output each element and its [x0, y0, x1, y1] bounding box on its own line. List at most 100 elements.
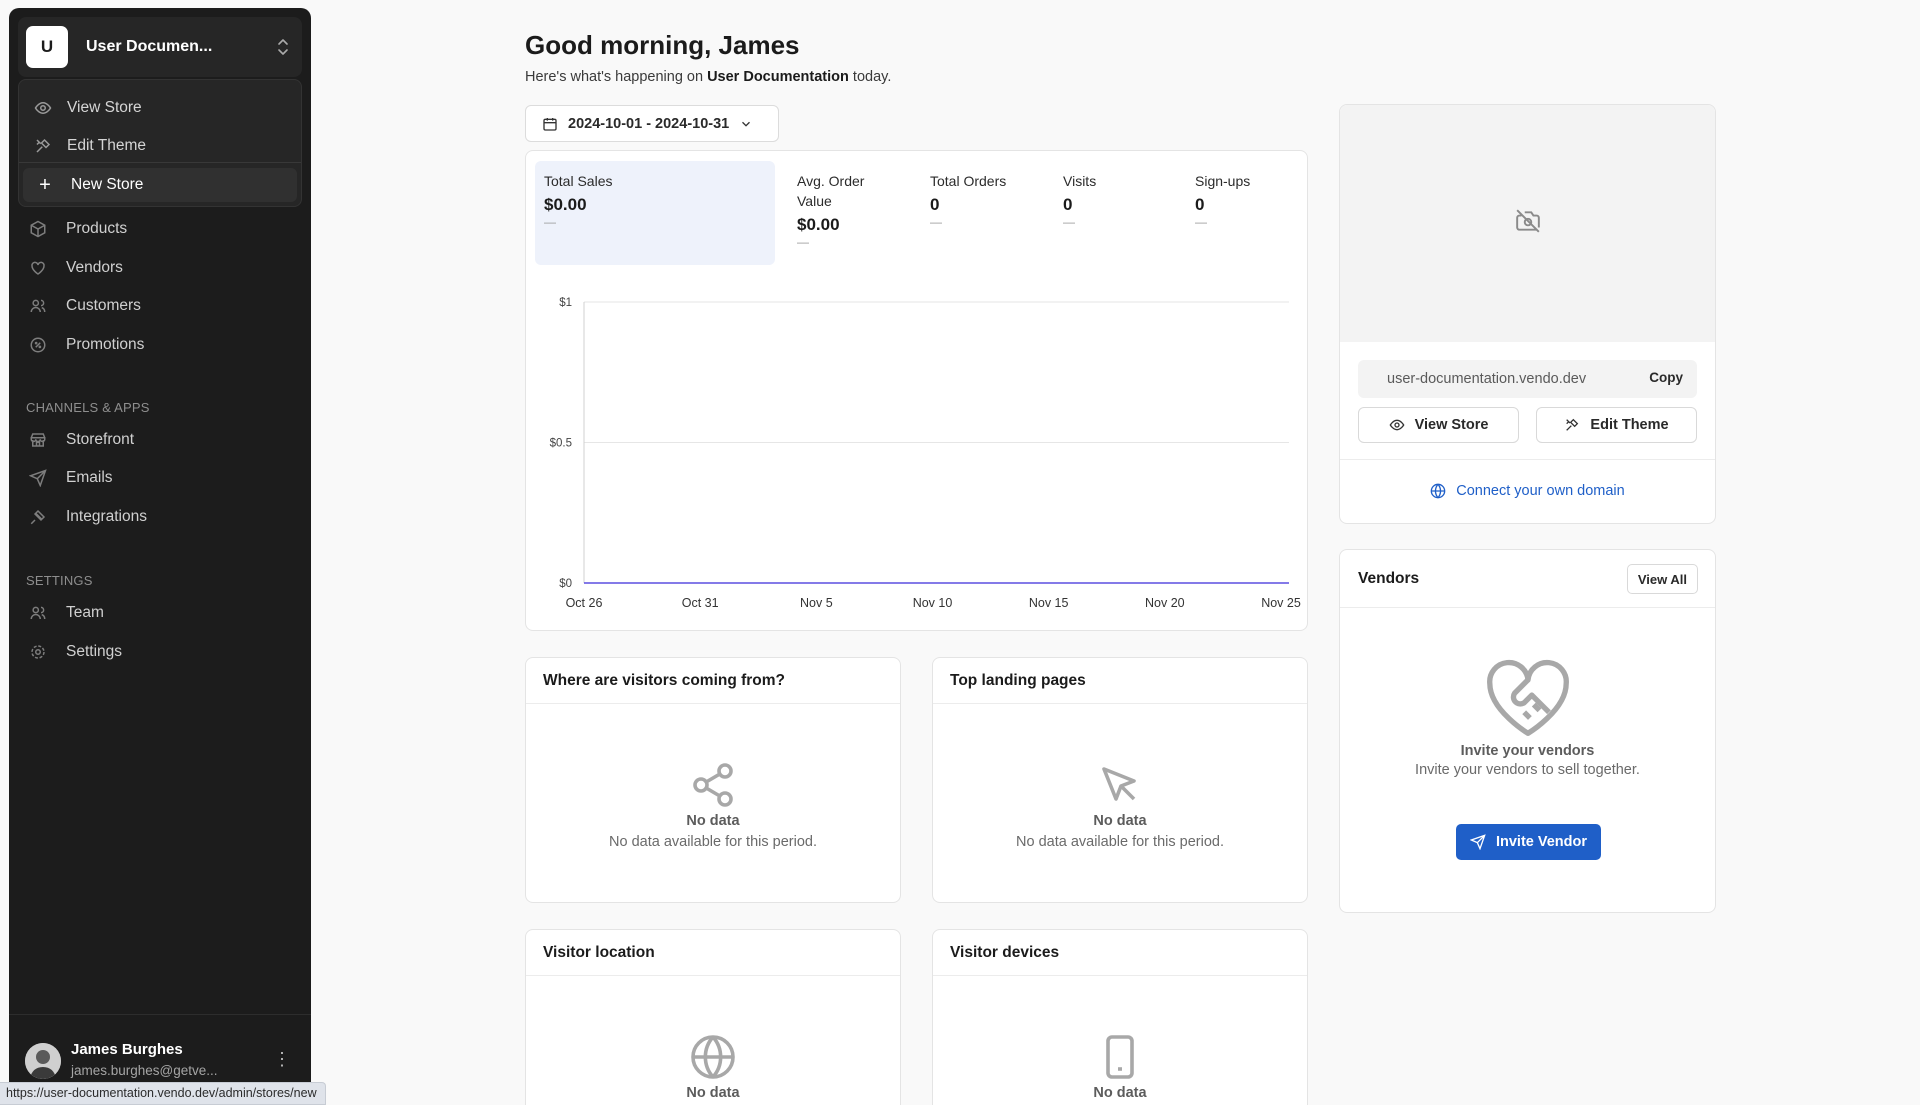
stat-total-orders[interactable]: Total Orders 0 — [921, 161, 1041, 265]
subtitle-suffix: today. [848, 69, 892, 85]
store-dropdown-menu: View Store Edit Theme + New Store [18, 79, 302, 207]
stat-value: $0.00 [797, 215, 840, 234]
stat-change: — [1063, 215, 1075, 229]
store-preview-image [1340, 105, 1715, 342]
x-tick-label: Nov 5 [800, 596, 833, 610]
store-avatar: U [26, 26, 68, 68]
sidebar-item-team[interactable]: Team [28, 597, 104, 629]
sidebar-item-integrations[interactable]: Integrations [28, 501, 147, 533]
date-range-value: 2024-10-01 - 2024-10-31 [568, 115, 730, 132]
empty-state: No data No data available for this perio… [526, 761, 900, 850]
sidebar-item-vendors[interactable]: Vendors [28, 252, 123, 284]
calendar-icon [542, 116, 558, 132]
sidebar-item-storefront[interactable]: Storefront [28, 424, 134, 456]
empty-description: Invite your vendors to sell together. [1415, 762, 1640, 778]
card-title: Where are visitors coming from? [543, 672, 786, 689]
visitor-location-card: Visitor location No data [525, 929, 901, 1105]
copy-button[interactable]: Copy [1649, 370, 1683, 385]
vendors-card: Vendors View All Invite your vendors Inv… [1339, 549, 1716, 913]
status-bar-url: https://user-documentation.vendo.dev/adm… [0, 1082, 326, 1105]
empty-title: No data [686, 813, 740, 829]
sidebar-item-customers[interactable]: Customers [28, 290, 141, 322]
store-url-field[interactable]: user-documentation.vendo.dev Copy [1358, 360, 1697, 398]
sidebar-item-label: Integrations [66, 508, 147, 525]
stat-change: — [797, 235, 809, 249]
store-switcher[interactable]: U User Documen... [18, 17, 302, 77]
sidebar: U User Documen... View Store Edit Theme … [9, 8, 311, 1105]
menu-item-view-store[interactable]: View Store [19, 90, 301, 126]
stat-total-sales[interactable]: Total Sales $0.00 — [535, 161, 775, 265]
empty-state: No data [933, 1033, 1307, 1101]
y-tick-label: $1 [559, 297, 572, 309]
new-store-button[interactable]: + New Store [23, 168, 297, 202]
stat-value: 0 [930, 195, 940, 214]
visitors-source-card: Where are visitors coming from? No data … [525, 657, 901, 903]
divider [1340, 607, 1715, 608]
stat-sign-ups[interactable]: Sign-ups 0 — [1186, 161, 1302, 265]
avatar [25, 1043, 61, 1079]
sidebar-item-promotions[interactable]: Promotions [28, 329, 144, 361]
x-tick-label: Oct 26 [566, 596, 603, 610]
date-range-picker[interactable]: 2024-10-01 - 2024-10-31 [525, 105, 779, 142]
card-title: Visitor location [543, 944, 655, 961]
button-label: Invite Vendor [1495, 834, 1588, 850]
stat-visits[interactable]: Visits 0 — [1054, 161, 1174, 265]
sales-overview-card: Total Sales $0.00 — Avg. Order Value $0.… [525, 150, 1308, 631]
subtitle-prefix: Here's what's happening on [525, 69, 708, 85]
invite-vendor-button[interactable]: Invite Vendor [1456, 824, 1601, 860]
chevrons-up-down-icon [278, 39, 288, 55]
plus-icon: + [39, 173, 51, 196]
view-all-button[interactable]: View All [1626, 564, 1698, 594]
stat-change: — [1195, 215, 1207, 229]
page-subtitle: Here's what's happening on User Document… [525, 69, 891, 85]
globe-icon [526, 1033, 900, 1081]
sidebar-item-label: Team [66, 604, 104, 621]
store-icon [28, 430, 48, 450]
y-tick-label: $0 [559, 578, 572, 590]
section-title-settings: SETTINGS [26, 573, 93, 588]
x-tick-label: Nov 10 [913, 596, 953, 610]
sidebar-item-label: Storefront [66, 431, 135, 448]
section-title-channels: CHANNELS & APPS [26, 400, 150, 415]
subtitle-store-name: User Documentation [707, 69, 849, 85]
user-name: James Burghes [71, 1041, 183, 1058]
y-tick-label: $0.5 [550, 438, 572, 450]
x-tick-label: Nov 20 [1145, 596, 1185, 610]
users-icon [28, 603, 48, 623]
users-icon [28, 296, 48, 316]
heart-handshake-icon [1340, 655, 1715, 739]
sidebar-item-settings[interactable]: Settings [28, 636, 122, 668]
connect-domain-link[interactable]: Connect your own domain [1340, 483, 1715, 499]
empty-title: No data [686, 1085, 740, 1101]
button-label: Edit Theme [1590, 417, 1669, 433]
sidebar-item-label: Promotions [66, 336, 145, 353]
more-vertical-icon[interactable]: ⋮ [273, 1049, 291, 1070]
menu-item-label: New Store [71, 176, 144, 193]
menu-item-edit-theme[interactable]: Edit Theme [19, 128, 301, 164]
sidebar-item-products[interactable]: Products [28, 213, 127, 245]
x-tick-label: Nov 15 [1029, 596, 1069, 610]
menu-item-label: Edit Theme [67, 137, 146, 154]
card-title: Visitor devices [950, 944, 1060, 961]
box-icon [28, 219, 48, 239]
chevron-down-icon [739, 117, 753, 131]
user-email: james.burghes@getve... [71, 1063, 218, 1078]
globe-icon [1430, 483, 1446, 499]
share-icon [526, 761, 900, 809]
stat-label: Avg. Order Value [797, 173, 865, 209]
empty-state: No data No data available for this perio… [933, 761, 1307, 850]
sidebar-item-emails[interactable]: Emails [28, 462, 113, 494]
card-title: Vendors [1358, 570, 1420, 587]
button-label: View Store [1414, 417, 1489, 433]
gear-icon [28, 642, 48, 662]
stat-value: 0 [1195, 195, 1205, 214]
visitor-devices-card: Visitor devices No data [932, 929, 1308, 1105]
cursor-pointer-icon [933, 761, 1307, 809]
stat-avg-order-value[interactable]: Avg. Order Value $0.00 — [788, 161, 906, 265]
top-landing-pages-card: Top landing pages No data No data availa… [932, 657, 1308, 903]
edit-theme-button[interactable]: Edit Theme [1536, 407, 1697, 443]
store-url-text: user-documentation.vendo.dev [1387, 371, 1587, 387]
empty-description: No data available for this period. [609, 834, 817, 850]
view-store-button[interactable]: View Store [1358, 407, 1519, 443]
stat-change: — [544, 215, 556, 229]
